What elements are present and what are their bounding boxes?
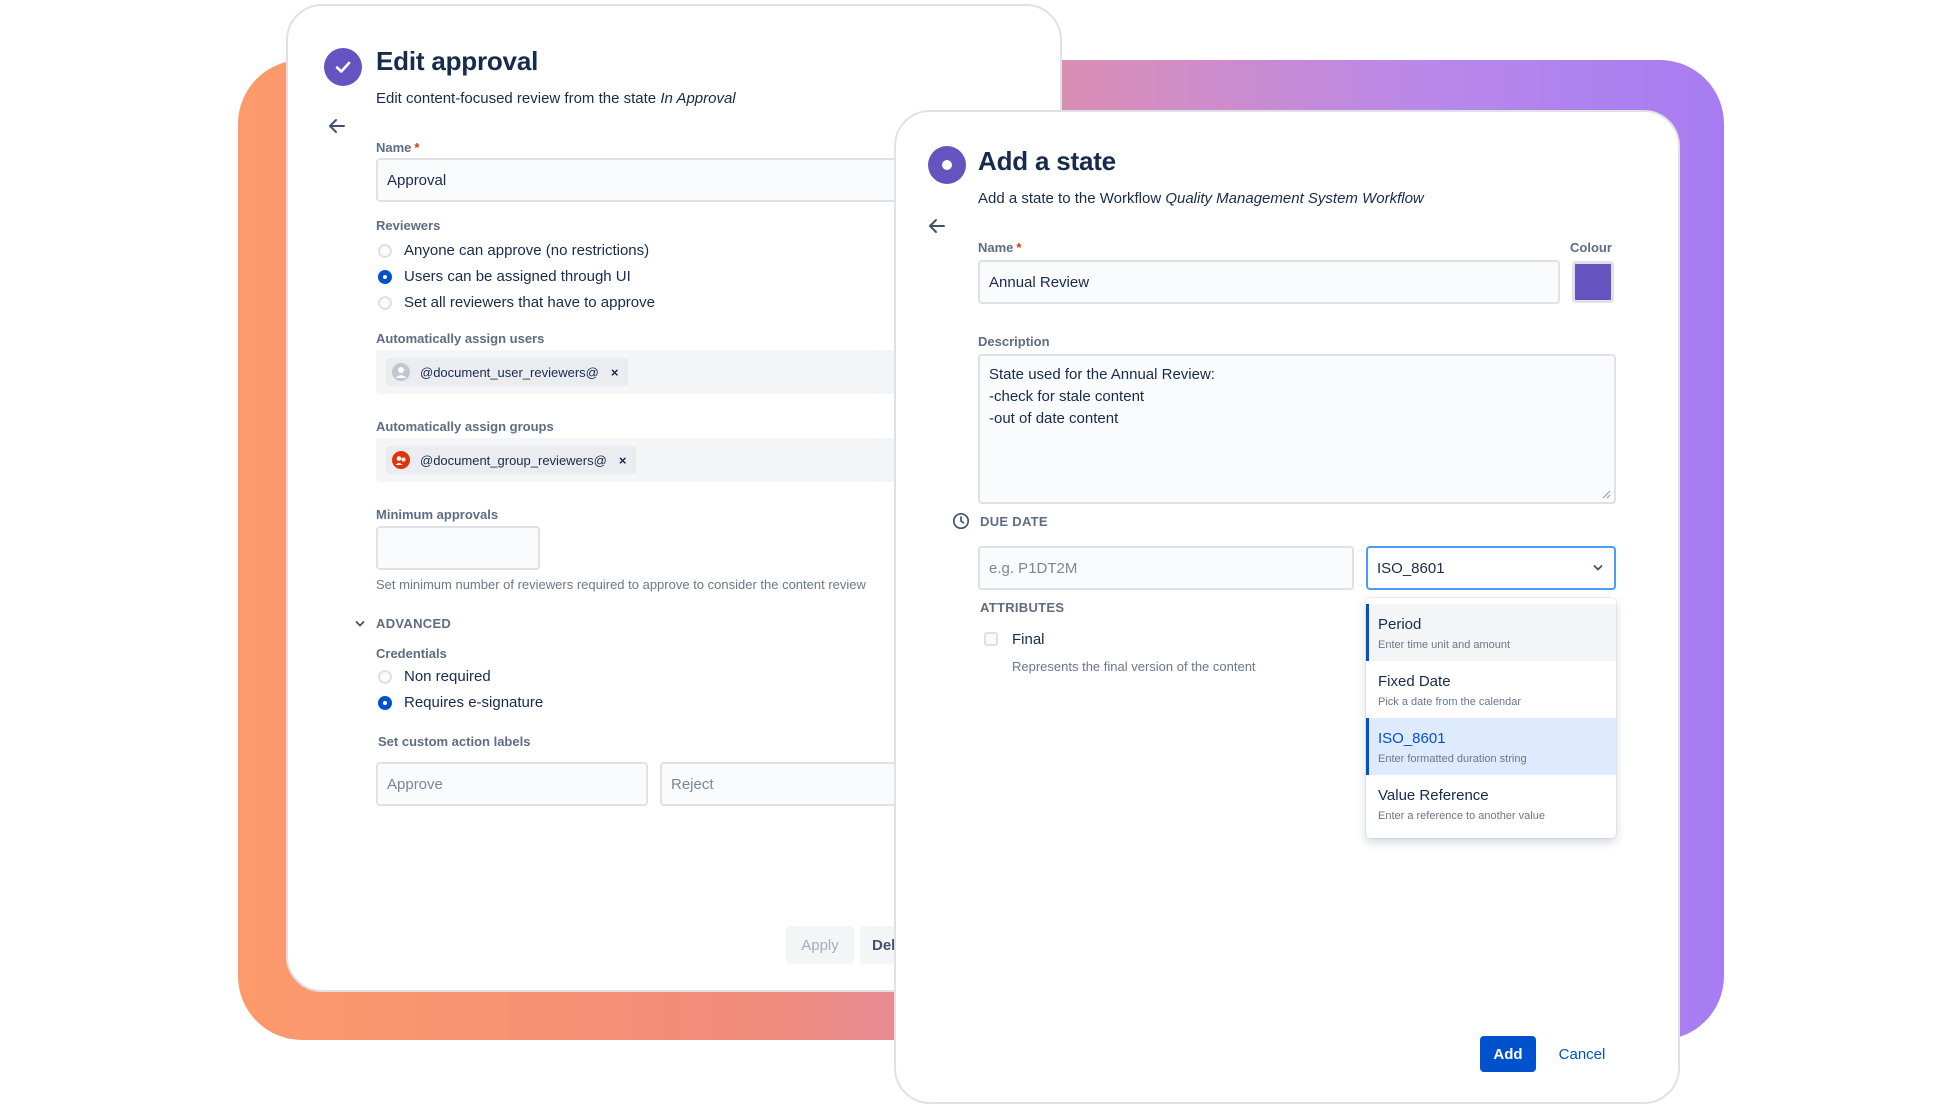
subtitle-text: Edit content-focused review from the sta… — [376, 90, 657, 107]
apply-button[interactable]: Apply — [786, 926, 854, 964]
final-label: Final — [1012, 631, 1045, 648]
advanced-toggle[interactable]: ADVANCED — [354, 616, 451, 631]
clock-icon — [952, 512, 970, 530]
dialog-title: Add a state — [978, 146, 1116, 176]
description-textarea[interactable]: State used for the Annual Review: -check… — [978, 354, 1616, 504]
min-approvals-input[interactable] — [376, 526, 540, 570]
user-chip: @document_user_reviewers@ × — [386, 358, 629, 386]
add-state-panel: Add a state Add a state to the Workflow … — [894, 110, 1680, 1104]
cancel-button[interactable]: Cancel — [1544, 1036, 1620, 1072]
format-option-period[interactable]: Period Enter time unit and amount — [1366, 604, 1616, 661]
final-help: Represents the final version of the cont… — [1012, 659, 1256, 674]
radio-selected-icon — [378, 695, 392, 710]
name-value: Approval — [387, 171, 447, 189]
description-label: Description — [978, 334, 1050, 349]
reviewer-option-ui[interactable]: Users can be assigned through UI — [376, 268, 631, 285]
state-name-input[interactable]: Annual Review — [978, 260, 1560, 304]
colour-label: Colour — [1570, 240, 1612, 255]
remove-chip-icon[interactable]: × — [619, 453, 627, 468]
subtitle-state: In Approval — [660, 90, 736, 107]
back-arrow-icon[interactable] — [324, 113, 350, 139]
due-date-input[interactable]: e.g. P1DT2M — [978, 546, 1354, 590]
chevron-down-icon — [355, 620, 365, 627]
format-option-value-reference[interactable]: Value Reference Enter a reference to ano… — [1366, 775, 1616, 832]
due-date-label: DUE DATE — [980, 514, 1048, 529]
radio-icon — [378, 669, 392, 684]
duration-format-menu: Period Enter time unit and amount Fixed … — [1366, 598, 1616, 838]
user-avatar-icon — [392, 363, 410, 381]
radio-selected-icon — [378, 269, 392, 284]
reject-label-input[interactable]: Reject — [660, 762, 932, 806]
group-chip: @document_group_reviewers@ × — [386, 446, 637, 474]
check-circle-icon — [324, 48, 362, 86]
radio-icon — [378, 295, 392, 310]
back-arrow-icon[interactable] — [924, 213, 950, 239]
radio-icon — [378, 243, 392, 258]
page-title: Edit approval — [376, 46, 539, 76]
credentials-label: Credentials — [376, 646, 447, 661]
reviewer-option-all[interactable]: Set all reviewers that have to approve — [376, 294, 655, 311]
custom-labels-label: Set custom action labels — [378, 734, 531, 749]
credential-option-esign[interactable]: Requires e-signature — [376, 694, 543, 711]
format-option-iso8601[interactable]: ISO_8601 Enter formatted duration string — [1366, 718, 1616, 775]
remove-chip-icon[interactable]: × — [611, 365, 619, 380]
dialog-subtitle: Add a state to the Workflow Quality Mana… — [978, 190, 1424, 207]
attributes-label: ATTRIBUTES — [980, 600, 1065, 615]
page-subtitle: Edit content-focused review from the sta… — [376, 90, 736, 107]
auto-groups-label: Automatically assign groups — [376, 419, 554, 434]
min-approvals-label: Minimum approvals — [376, 507, 499, 522]
auto-users-label: Automatically assign users — [376, 331, 545, 346]
credential-option-none[interactable]: Non required — [376, 668, 491, 685]
resize-handle-icon[interactable] — [1602, 490, 1611, 499]
chevron-down-icon — [1593, 565, 1603, 571]
group-avatar-icon — [392, 451, 410, 469]
format-option-fixed-date[interactable]: Fixed Date Pick a date from the calendar — [1366, 661, 1616, 718]
reviewer-option-anyone[interactable]: Anyone can approve (no restrictions) — [376, 242, 649, 259]
colour-picker[interactable] — [1572, 261, 1614, 303]
final-checkbox[interactable] — [984, 632, 998, 646]
reviewers-label: Reviewers — [376, 218, 441, 233]
name-label: Name * — [376, 140, 420, 155]
min-approvals-help: Set minimum number of reviewers required… — [376, 577, 866, 592]
add-button[interactable]: Add — [1480, 1036, 1536, 1072]
duration-format-select[interactable]: ISO_8601 — [1366, 546, 1616, 590]
state-name-label: Name * — [978, 240, 1022, 255]
approve-label-input[interactable]: Approve — [376, 762, 648, 806]
state-circle-icon — [928, 146, 966, 184]
